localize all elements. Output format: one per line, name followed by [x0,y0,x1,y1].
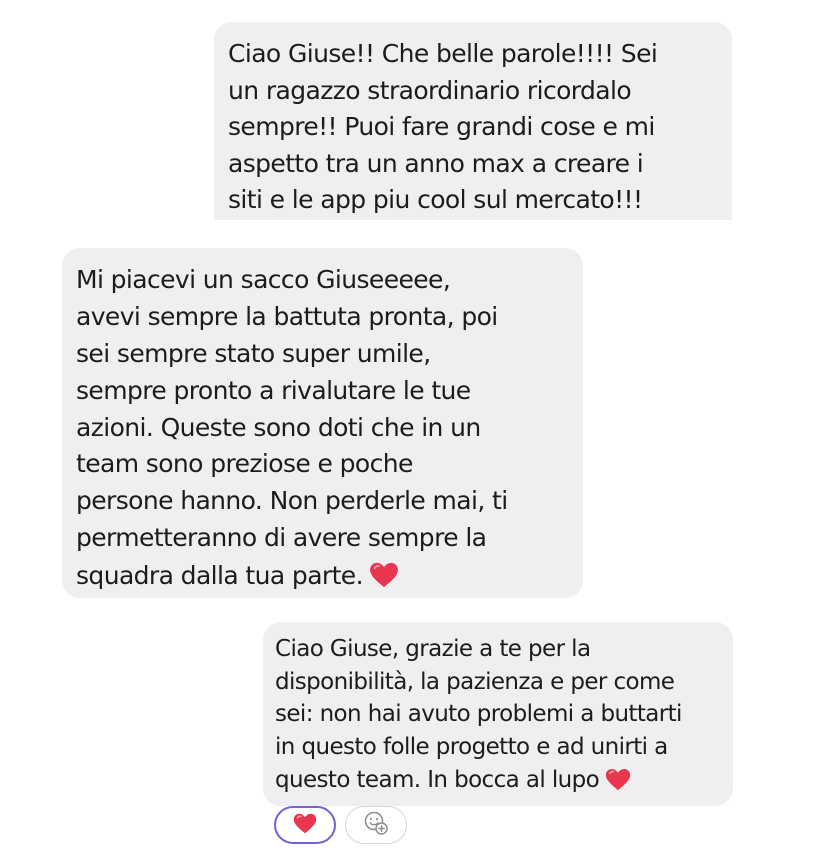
message-line: in questo folle progetto e ad unirti a [275,733,668,760]
message-line: team sono preziose e poche [76,449,413,479]
heart-reaction-button[interactable] [274,806,336,844]
message-line: avevi sempre la battuta pronta, poi [76,301,498,331]
message-line: sempre pronto a rivalutare le tue [76,375,471,405]
red-heart-icon [369,562,399,592]
message-line: aspetto tra un anno max a creare i [228,148,644,178]
message-line: Ciao Giuse, grazie a te per la [275,636,591,662]
message-line-text: squadra dalla tua parte. [76,561,364,591]
message-line: persone hanno. Non perderle mai, ti [76,486,508,516]
message-bubble[interactable]: Mi piacevi un sacco Giuseeeee, avevi sem… [62,248,583,598]
message-line-text: questo team. In bocca al lupo [275,767,600,793]
message-line: sempre!! Puoi fare grandi cose e mi [228,112,655,141]
message-line: disponibilità, la pazienza e per come [275,668,675,695]
heart-reaction-icon [293,813,317,838]
message-bubble[interactable]: Ciao Giuse, grazie a te per la disponibi… [263,622,733,806]
message-line: Mi piacevi un sacco Giuseeeee, [76,265,451,294]
add-reaction-icon [363,810,389,840]
message-bubble[interactable]: Ciao Giuse!! Che belle parole!!!! Sei un… [214,22,732,220]
message-last-line: questo team. In bocca al lupo [275,768,733,801]
message-last-line: squadra dalla tua parte. [76,562,583,599]
message-line: Ciao Giuse!! Che belle parole!!!! Sei [228,39,658,68]
message-line: siti e le app piu cool sul mercato!!! [228,185,643,214]
add-reaction-button[interactable] [345,806,407,844]
message-line: sei: non hai avuto problemi a buttarti [275,701,682,727]
message-line: sei sempre stato super umile, [76,338,431,368]
red-heart-icon [605,768,631,796]
message-line: un ragazzo straordinario ricordalo [228,75,632,105]
message-line: azioni. Queste sono doti che in un [76,412,481,442]
message-line: permetteranno di avere sempre la [76,523,487,553]
